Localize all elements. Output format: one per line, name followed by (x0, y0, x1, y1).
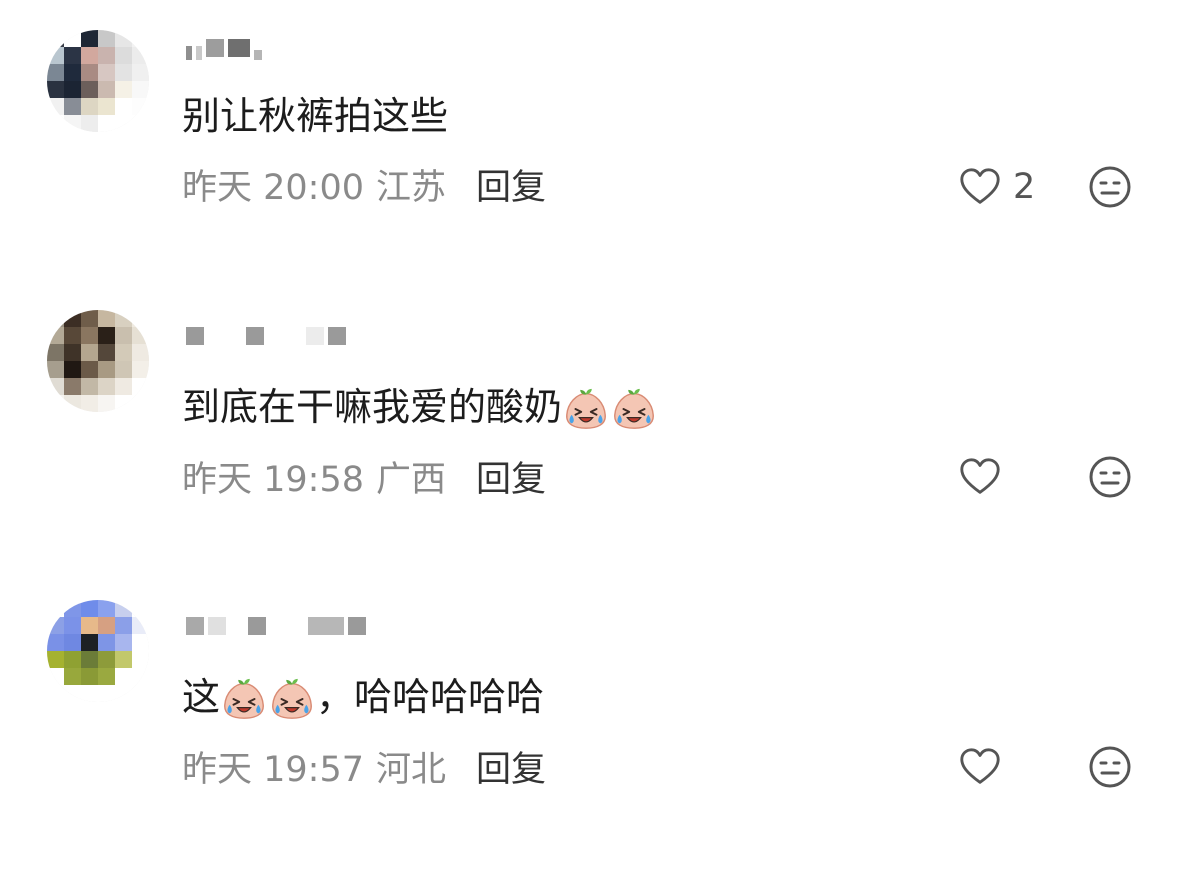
comment-time: 昨天 20:00 (182, 168, 364, 208)
dislike-button[interactable] (1088, 455, 1132, 499)
comment-location: 河北 (376, 750, 447, 790)
heart-outline-icon (957, 744, 1003, 790)
reply-button[interactable]: 回复 (476, 458, 546, 502)
like-count: 2 (1013, 167, 1036, 207)
avatar[interactable] (47, 600, 149, 702)
reply-button[interactable]: 回复 (476, 166, 546, 210)
username-blurred[interactable] (186, 318, 346, 354)
like-button[interactable] (957, 454, 1013, 500)
emoji-group (220, 672, 316, 722)
dislike-button[interactable] (1088, 745, 1132, 789)
username-blurred[interactable] (186, 608, 366, 644)
crying-laughing-peach-emoji (563, 386, 609, 432)
comment-time: 昨天 19:58 (182, 460, 364, 500)
username-blurred[interactable] (186, 30, 262, 66)
comment-location: 江苏 (376, 168, 447, 208)
comment-item: 到底在干嘛我爱的酸奶 昨天 19:58 广西 回复 (0, 290, 1200, 580)
avatar[interactable] (47, 310, 149, 412)
neutral-face-icon (1088, 455, 1132, 499)
comment-text-suffix: ，哈哈哈哈哈 (316, 674, 545, 719)
crying-laughing-peach-emoji (611, 386, 657, 432)
reply-button[interactable]: 回复 (476, 748, 546, 792)
crying-laughing-peach-emoji (221, 676, 267, 722)
heart-outline-icon (957, 164, 1003, 210)
like-button[interactable]: 2 (957, 164, 1035, 210)
comment-text: 这 ，哈哈哈哈哈 (182, 672, 544, 722)
comment-item: 别让秋裤拍这些 昨天 20:00 江苏 回复 2 (0, 0, 1200, 290)
comment-text-main: 别让秋裤拍这些 (182, 94, 449, 138)
neutral-face-icon (1088, 165, 1132, 209)
emoji-group (562, 382, 658, 432)
dislike-button[interactable] (1088, 165, 1132, 209)
comment-time: 昨天 19:57 (182, 750, 364, 790)
comment-meta: 昨天 20:00 江苏 回复 (182, 166, 546, 210)
comment-meta: 昨天 19:57 河北 回复 (182, 748, 546, 792)
comment-text: 到底在干嘛我爱的酸奶 (182, 382, 658, 432)
comment-text: 别让秋裤拍这些 (182, 92, 448, 140)
comment-text-main: 到底在干嘛我爱的酸奶 (182, 384, 563, 429)
crying-laughing-peach-emoji (269, 676, 315, 722)
avatar[interactable] (47, 30, 149, 132)
comment-meta: 昨天 19:58 广西 回复 (182, 458, 546, 502)
comment-text-main: 这 (182, 674, 221, 719)
neutral-face-icon (1088, 745, 1132, 789)
heart-outline-icon (957, 454, 1003, 500)
like-button[interactable] (957, 744, 1013, 790)
comment-location: 广西 (376, 460, 447, 500)
